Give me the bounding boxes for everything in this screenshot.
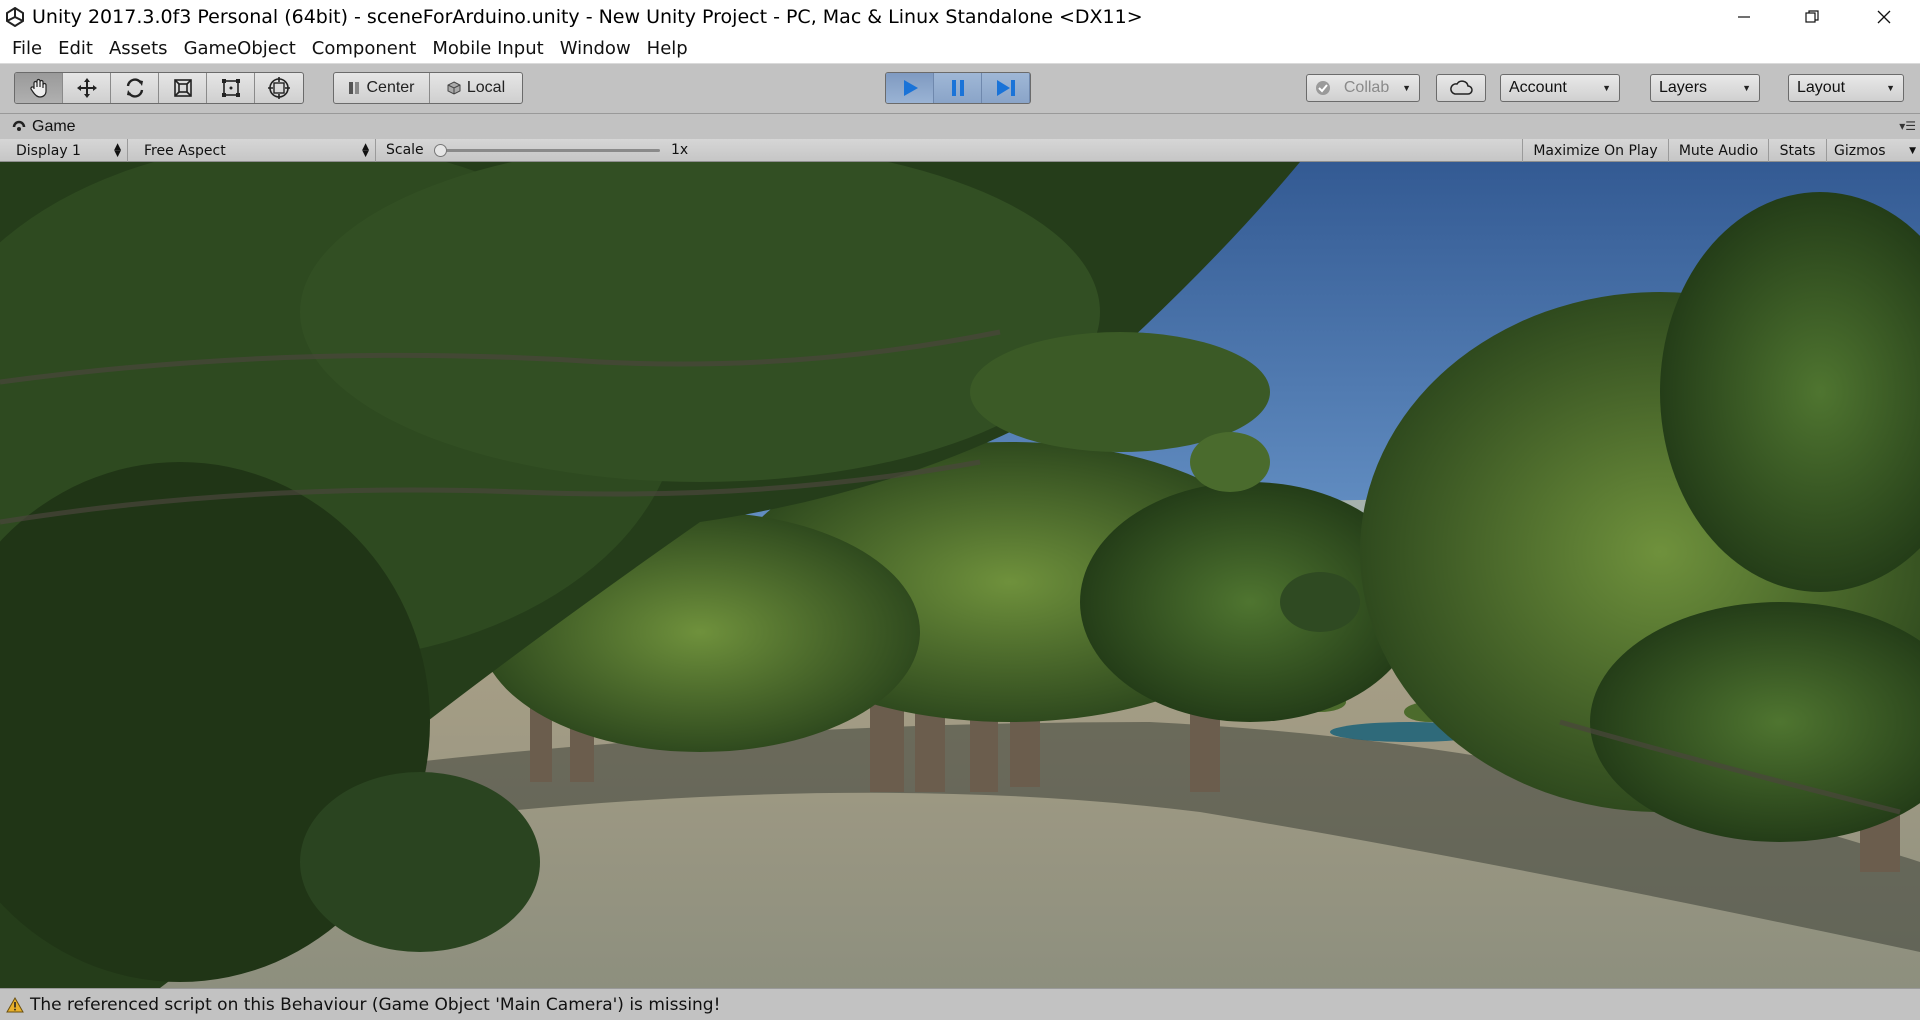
menu-gameobject[interactable]: GameObject — [176, 38, 304, 59]
tab-game[interactable]: Game — [12, 118, 76, 136]
game-viewport[interactable] — [0, 162, 1920, 988]
tab-bar: Game ▾☰ — [0, 115, 1920, 139]
scale-slider-thumb[interactable] — [434, 144, 447, 157]
menu-edit[interactable]: Edit — [50, 38, 101, 59]
status-bar[interactable]: The referenced script on this Behaviour … — [0, 988, 1920, 1020]
rect-tool-button[interactable] — [207, 73, 255, 103]
menu-bar: File Edit Assets GameObject Component Mo… — [0, 34, 1920, 64]
layout-dropdown[interactable]: Layout ▼ — [1788, 74, 1904, 102]
scale-value: 1x — [671, 142, 689, 158]
mute-audio-toggle[interactable]: Mute Audio — [1668, 139, 1768, 162]
cloud-icon — [1450, 80, 1473, 95]
step-icon — [996, 80, 1015, 96]
close-button[interactable] — [1852, 0, 1916, 34]
chevron-down-icon: ▼ — [1886, 83, 1895, 93]
move-tool-button[interactable] — [63, 73, 111, 103]
menu-window[interactable]: Window — [552, 38, 639, 59]
menu-mobile-input[interactable]: Mobile Input — [424, 38, 551, 59]
mute-audio-label: Mute Audio — [1678, 142, 1759, 159]
tab-game-label: Game — [32, 118, 76, 135]
scale-label: Scale — [386, 142, 424, 158]
gizmos-label: Gizmos — [1834, 142, 1886, 159]
hand-tool-button[interactable] — [15, 73, 63, 103]
rect-icon — [221, 79, 240, 97]
chevron-down-icon: ▼ — [1909, 145, 1916, 156]
menu-assets[interactable]: Assets — [101, 38, 176, 59]
play-icon — [903, 80, 918, 96]
game-view-toolbar: Display 1 ▲ ▼ Free Aspect ▲ ▼ Scale 1x Max… — [0, 139, 1920, 162]
chevron-down-icon: ▼ — [1402, 83, 1411, 93]
restore-button[interactable] — [1780, 0, 1844, 34]
main-toolbar: Center Local Collab ▼ Account ▼ Layers ▼ — [0, 64, 1920, 114]
hand-icon — [29, 78, 47, 98]
playmode-controls — [885, 72, 1031, 104]
tab-options-icon[interactable]: ▾☰ — [1899, 119, 1916, 133]
stats-toggle[interactable]: Stats — [1768, 139, 1826, 162]
warning-icon — [6, 996, 24, 1012]
transform-tools — [14, 72, 304, 104]
scale-tool-button[interactable] — [159, 73, 207, 103]
check-icon — [1316, 81, 1330, 95]
transform-icon — [268, 77, 290, 99]
maximize-on-play-toggle[interactable]: Maximize On Play — [1522, 139, 1668, 162]
scale-icon — [173, 79, 192, 97]
pivot-center-label: Center — [366, 79, 415, 96]
cloud-button[interactable] — [1436, 74, 1486, 102]
pivot-center-icon — [349, 82, 360, 94]
rotate-icon — [126, 78, 143, 98]
pivot-center-button[interactable]: Center — [334, 73, 430, 103]
display-label: Display 1 — [16, 142, 81, 159]
window-title: Unity 2017.3.0f3 Personal (64bit) - scen… — [32, 6, 1143, 28]
move-icon — [76, 78, 97, 98]
pivot-local-button[interactable]: Local — [430, 73, 522, 103]
aspect-label: Free Aspect — [144, 142, 226, 159]
minimize-button[interactable] — [1712, 0, 1776, 34]
collab-dropdown[interactable]: Collab ▼ — [1306, 74, 1420, 102]
account-dropdown[interactable]: Account ▼ — [1500, 74, 1620, 102]
pause-button[interactable] — [934, 73, 982, 103]
status-message: The referenced script on this Behaviour … — [30, 994, 721, 1015]
menu-component[interactable]: Component — [304, 38, 425, 59]
game-controller-icon — [12, 120, 26, 131]
title-bar: Unity 2017.3.0f3 Personal (64bit) - scen… — [0, 0, 1920, 34]
account-label: Account — [1509, 79, 1567, 96]
layers-dropdown[interactable]: Layers ▼ — [1650, 74, 1760, 102]
collab-label: Collab — [1343, 79, 1390, 96]
play-button[interactable] — [886, 73, 934, 103]
stats-label: Stats — [1779, 142, 1816, 159]
layout-label: Layout — [1797, 79, 1846, 96]
menu-help[interactable]: Help — [639, 38, 696, 59]
pivot-local-label: Local — [466, 79, 506, 96]
rotate-tool-button[interactable] — [111, 73, 159, 103]
updown-arrow-icon: ▲ ▼ — [114, 141, 121, 159]
chevron-down-icon: ▼ — [1742, 83, 1751, 93]
pause-icon — [951, 80, 964, 96]
step-button[interactable] — [982, 73, 1030, 103]
cube-icon — [447, 81, 461, 95]
transform-tool-button[interactable] — [255, 73, 303, 103]
game-scene — [0, 162, 1920, 988]
aspect-select[interactable]: Free Aspect ▲ ▼ — [136, 139, 376, 162]
pivot-toggles: Center Local — [333, 72, 523, 104]
layers-label: Layers — [1659, 79, 1708, 96]
maximize-on-play-label: Maximize On Play — [1533, 142, 1658, 159]
gizmos-dropdown[interactable]: Gizmos ▼ — [1826, 139, 1920, 162]
updown-arrow-icon: ▲ ▼ — [362, 141, 369, 159]
scale-slider-track[interactable] — [436, 149, 660, 152]
display-select[interactable]: Display 1 ▲ ▼ — [8, 139, 128, 162]
chevron-down-icon: ▼ — [1602, 83, 1611, 93]
unity-logo-icon — [4, 6, 26, 28]
menu-file[interactable]: File — [4, 38, 50, 59]
